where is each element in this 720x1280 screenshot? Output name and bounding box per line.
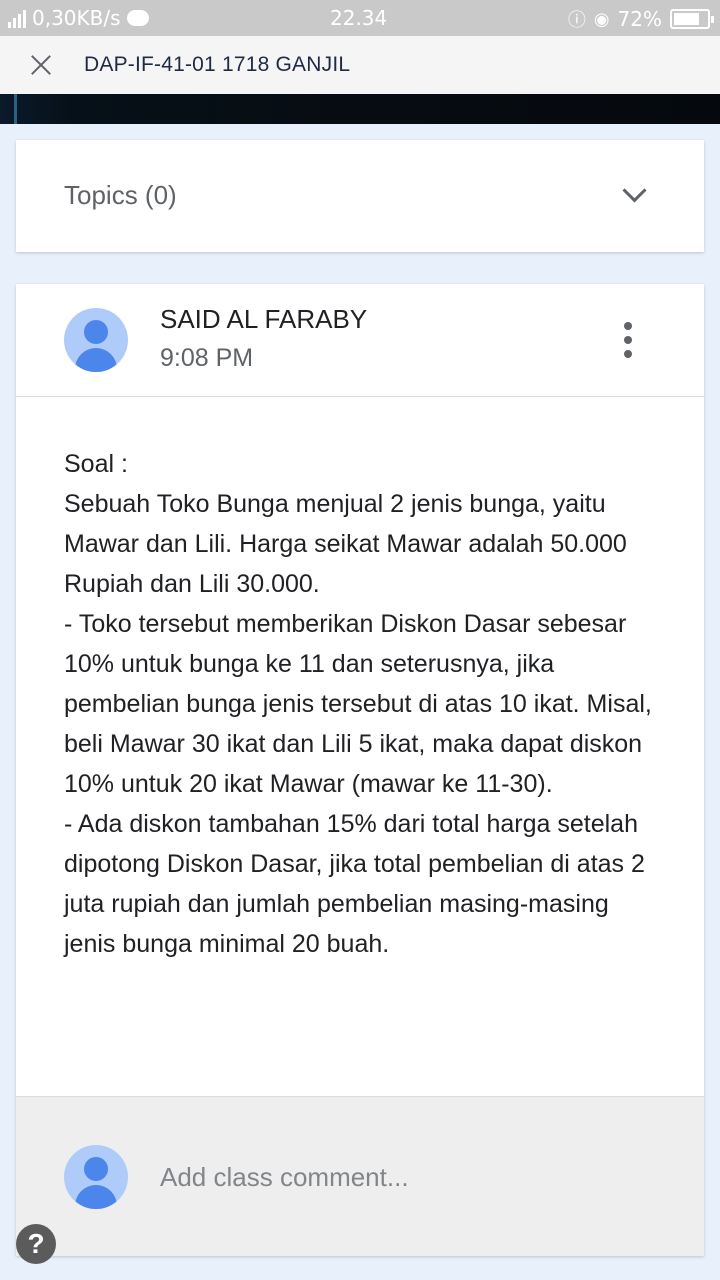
post-line: - Ada diskon tambahan 15% dari total har… <box>64 810 645 958</box>
person-icon-body <box>75 348 117 372</box>
more-options-icon[interactable] <box>620 322 636 358</box>
help-icon[interactable]: ? <box>16 1224 56 1264</box>
post-line: - Toko tersebut memberikan Diskon Dasar … <box>64 610 652 798</box>
signal-icon <box>8 8 26 28</box>
post-line: Sebuah Toko Bunga menjual 2 jenis bunga,… <box>64 490 627 598</box>
topics-label: Topics (0) <box>64 180 177 210</box>
person-icon <box>84 320 108 344</box>
status-right: ⓘ ◉ 72% <box>567 6 714 32</box>
class-banner-image <box>0 94 720 124</box>
author-avatar[interactable] <box>64 308 128 372</box>
topics-dropdown[interactable]: Topics (0) <box>16 140 704 252</box>
status-left: 0,30KB/s <box>8 6 149 30</box>
class-comment-input[interactable] <box>160 1157 660 1197</box>
battery-percent: 72% <box>617 7 662 31</box>
post-header: SAID AL FARABY 9:08 PM <box>16 284 704 397</box>
network-speed: 0,30KB/s <box>32 6 121 30</box>
author-name: SAID AL FARABY <box>160 304 368 334</box>
status-time: 22.34 <box>330 6 388 30</box>
status-bar: 0,30KB/s 22.34 ⓘ ◉ 72% <box>0 0 720 36</box>
battery-icon <box>670 9 714 29</box>
line-notification-icon <box>126 10 149 26</box>
close-icon[interactable] <box>24 48 58 82</box>
person-icon-body <box>75 1185 117 1209</box>
class-title: DAP-IF-41-01 1718 GANJIL <box>84 53 351 76</box>
headset-icon: ⓘ <box>567 10 586 31</box>
post-time: 9:08 PM <box>160 344 254 372</box>
post-text: Soal : Sebuah Toko Bunga menjual 2 jenis… <box>64 444 664 964</box>
comment-bar <box>16 1096 704 1256</box>
app-bar: DAP-IF-41-01 1718 GANJIL <box>0 36 720 94</box>
user-avatar <box>64 1145 128 1209</box>
person-icon <box>84 1157 108 1181</box>
announcement-post: SAID AL FARABY 9:08 PM Soal : Sebuah Tok… <box>16 284 704 1256</box>
chevron-down-icon <box>624 184 642 202</box>
eye-icon: ◉ <box>593 8 610 30</box>
post-line: Soal : <box>64 450 128 478</box>
